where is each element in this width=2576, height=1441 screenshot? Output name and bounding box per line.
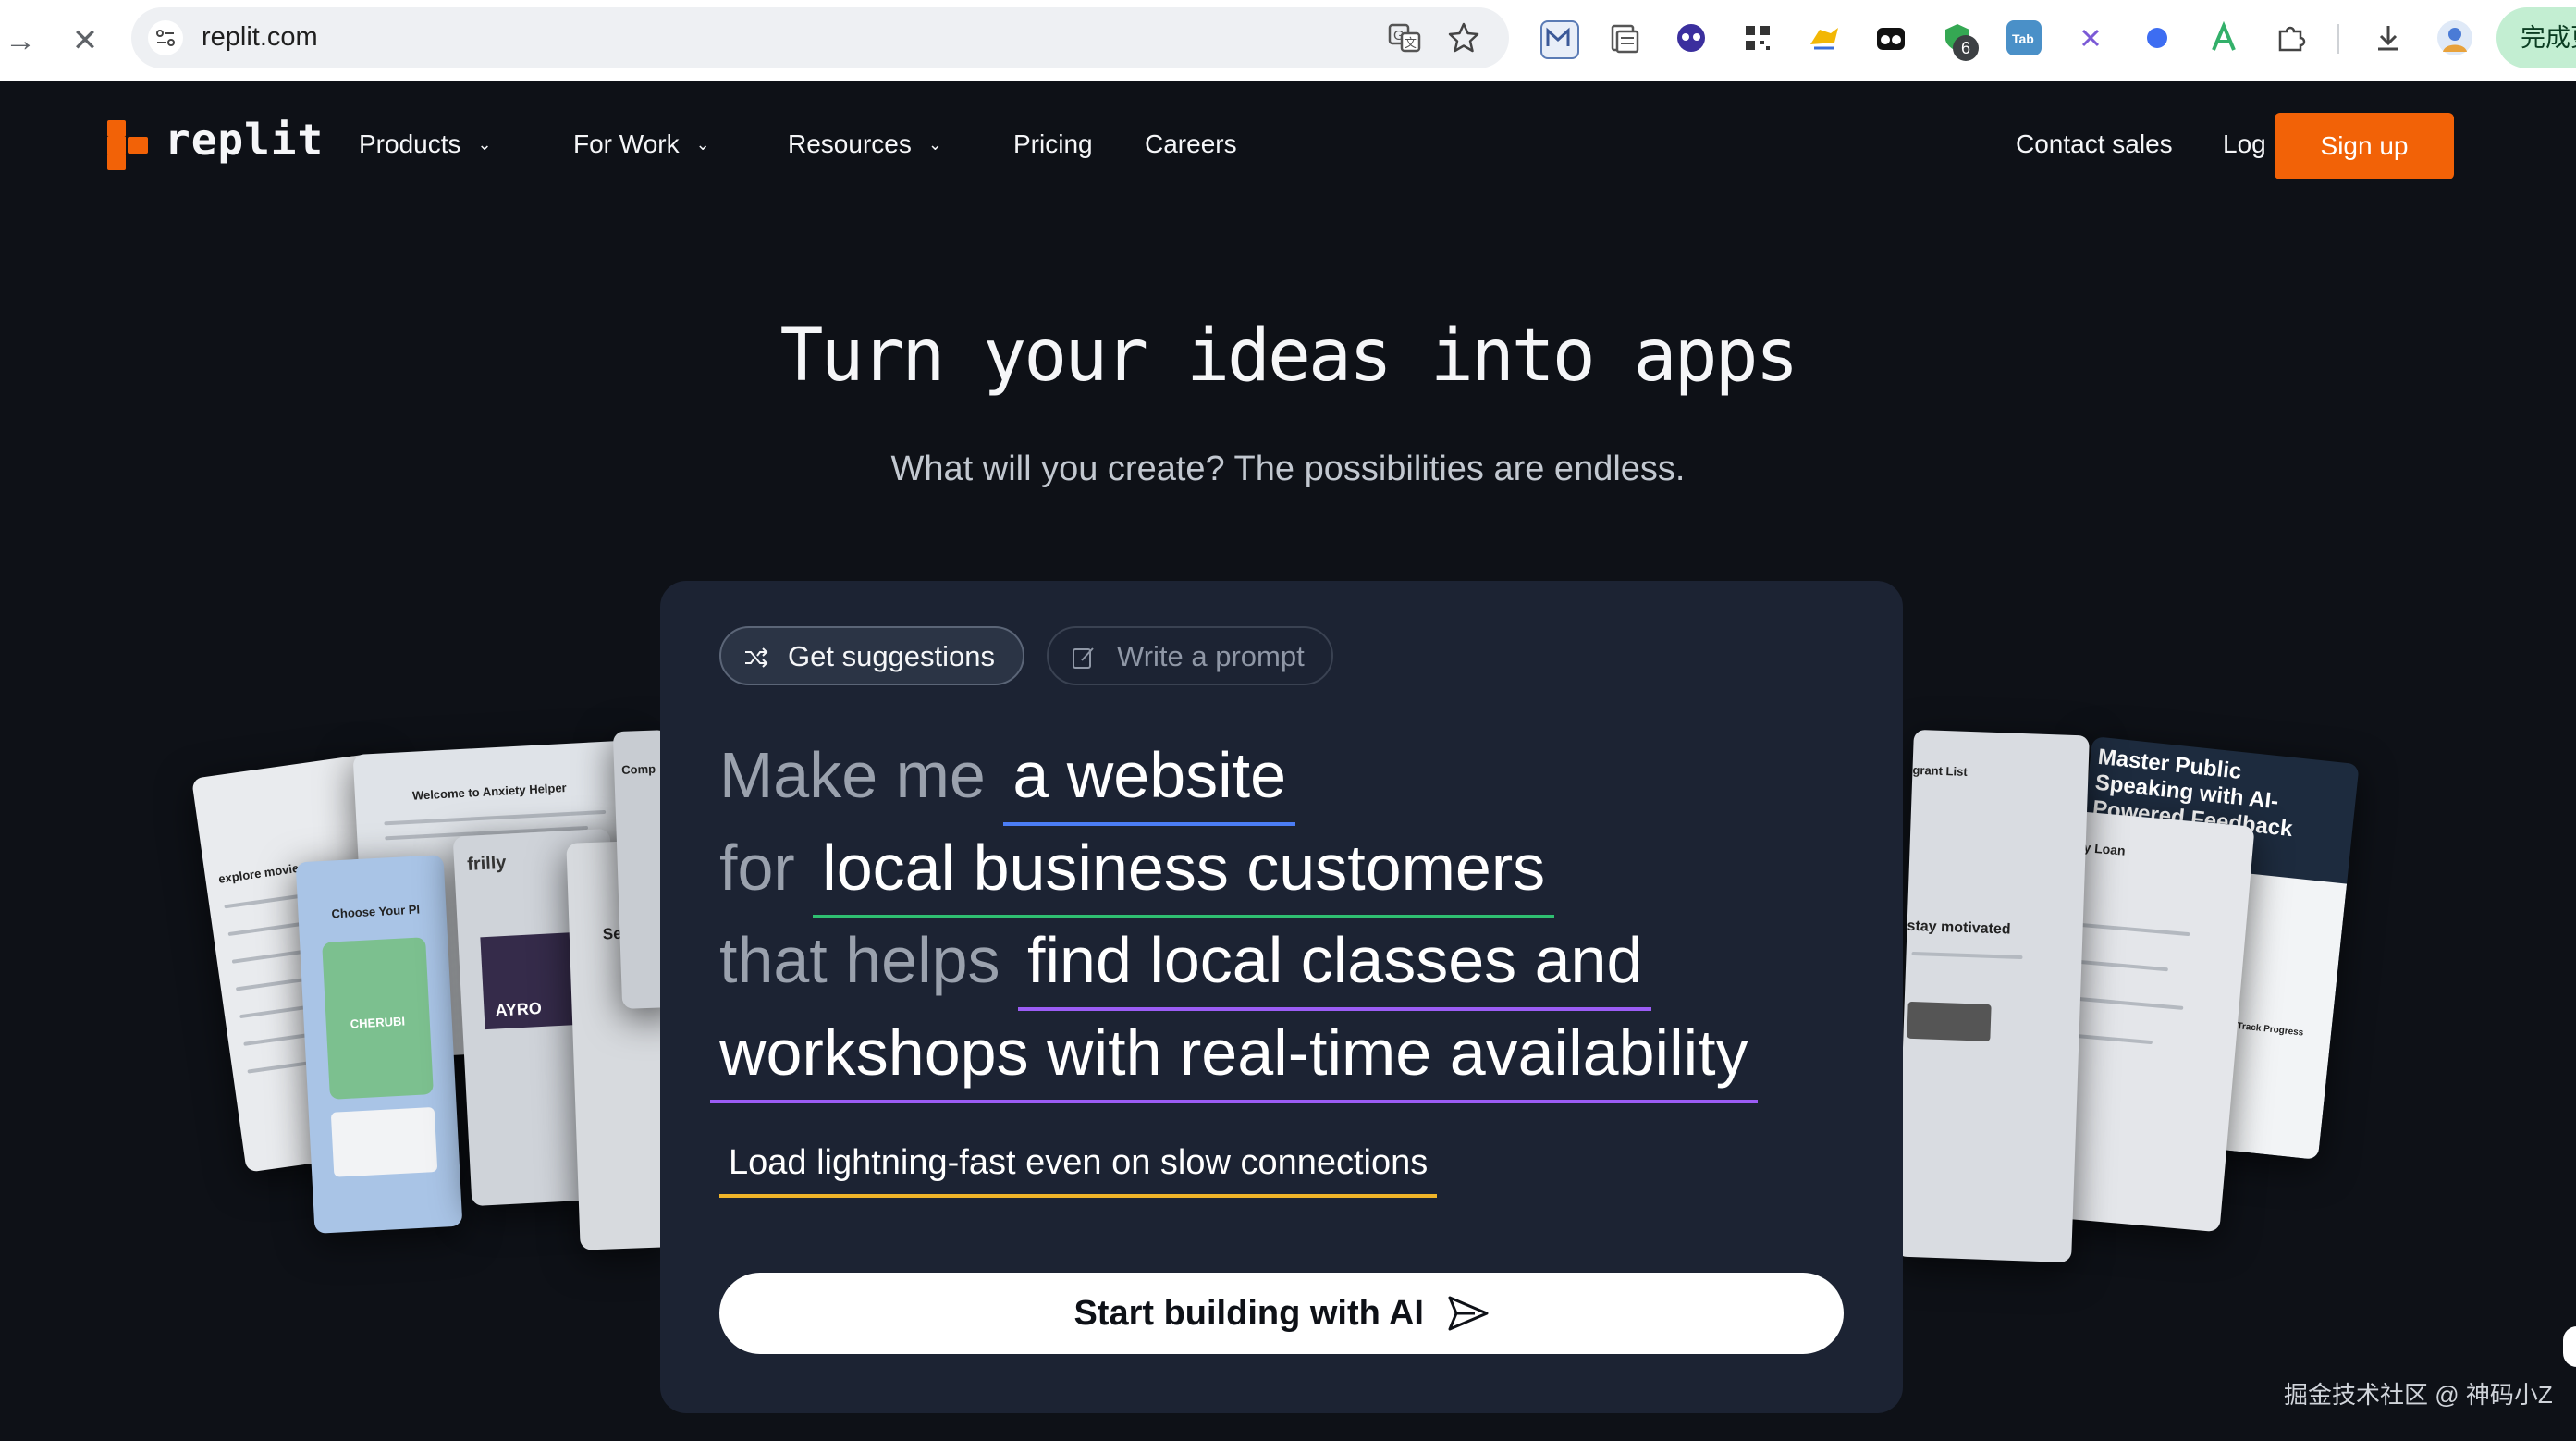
nav-for-work[interactable]: For Work ⌄ [573, 129, 710, 159]
qr-code-icon[interactable] [1740, 20, 1775, 55]
site-settings-icon[interactable] [148, 20, 183, 55]
chevron-down-icon: ⌄ [695, 135, 710, 154]
nav-products[interactable]: Products ⌄ [359, 129, 492, 159]
preview-card: grant List stay motivated [1895, 729, 2090, 1263]
translate-icon[interactable]: G文 [1387, 20, 1422, 55]
prompt-purpose-part-1[interactable]: find local classes and [1018, 924, 1652, 1011]
nav-pricing[interactable]: Pricing [1013, 129, 1093, 159]
prompt-purpose-part-2[interactable]: workshops with real-time availability [710, 1016, 1758, 1103]
get-suggestions-button[interactable]: Get suggestions [719, 626, 1024, 685]
extension-badge: 6 [1953, 35, 1979, 61]
url-text[interactable]: replit.com [202, 22, 318, 53]
write-prompt-button[interactable]: Write a prompt [1047, 626, 1333, 685]
prompt-audience[interactable]: local business customers [813, 831, 1555, 918]
reader-icon[interactable] [1607, 20, 1642, 55]
bookmark-star-icon[interactable] [1446, 20, 1481, 55]
send-arrow-icon [1448, 1296, 1489, 1331]
contact-sales-link[interactable]: Contact sales [2016, 129, 2173, 159]
prompt-website-type[interactable]: a website [1003, 739, 1296, 826]
svg-text:Tab: Tab [2012, 31, 2034, 46]
nav-careers[interactable]: Careers [1145, 129, 1237, 159]
watermark: 掘金技术社区 @ 神码小Z [2284, 1381, 2553, 1409]
yellow-bird-icon[interactable] [1807, 20, 1842, 55]
avatar-icon[interactable] [2437, 20, 2472, 55]
prompt-line-1: Make me a website [719, 738, 1296, 826]
puzzle-icon[interactable] [2273, 20, 2308, 55]
hero-subtitle: What will you create? The possibilities … [890, 450, 1686, 488]
prompt-line-2: for local business customers [719, 831, 1555, 918]
chevron-down-icon: ⌄ [927, 135, 942, 154]
forward-icon[interactable]: → [0, 20, 41, 61]
glasses-icon[interactable] [1873, 20, 1908, 55]
nav-resources[interactable]: Resources ⌄ [788, 129, 942, 159]
download-icon[interactable] [2371, 20, 2406, 55]
tab-icon[interactable]: Tab [2006, 20, 2042, 55]
gmail-m-icon[interactable] [1540, 20, 1579, 59]
brand-wordmark[interactable]: replit [165, 115, 324, 165]
toolbar-divider [2337, 24, 2339, 54]
replit-logo-icon[interactable] [105, 120, 152, 170]
hero-title: Turn your ideas into apps [779, 314, 1799, 398]
prompt-line-4: workshops with real-time availability [710, 1016, 1758, 1103]
prompt-line-3: that helps find local classes and [719, 923, 1652, 1011]
browser-action-button[interactable]: 完成更 [2496, 7, 2576, 68]
blue-dot-icon[interactable] [2140, 20, 2175, 55]
svg-text:文: 文 [1405, 36, 1417, 50]
prompt-requirement[interactable]: Load lightning-fast even on slow connect… [719, 1143, 1438, 1198]
preview-card: Choose Your Pl CHERUBI [295, 855, 463, 1234]
stop-loading-icon[interactable]: ✕ [65, 20, 105, 61]
chevron-down-icon: ⌄ [477, 135, 492, 154]
edit-icon [1073, 647, 1094, 669]
address-bar[interactable]: replit.com G文 [131, 7, 1509, 68]
green-a-icon[interactable] [2206, 20, 2241, 55]
shuffle-icon [745, 647, 768, 668]
signup-button[interactable]: Sign up [2275, 113, 2454, 179]
x-icon[interactable] [2073, 20, 2108, 55]
start-building-button[interactable]: Start building with AI [719, 1273, 1844, 1354]
side-panel-handle[interactable] [2563, 1326, 2576, 1367]
bot-face-icon[interactable] [1674, 20, 1709, 55]
browser-toolbar: → ✕ replit.com G文 6 Tab 完成更 [0, 0, 2576, 81]
